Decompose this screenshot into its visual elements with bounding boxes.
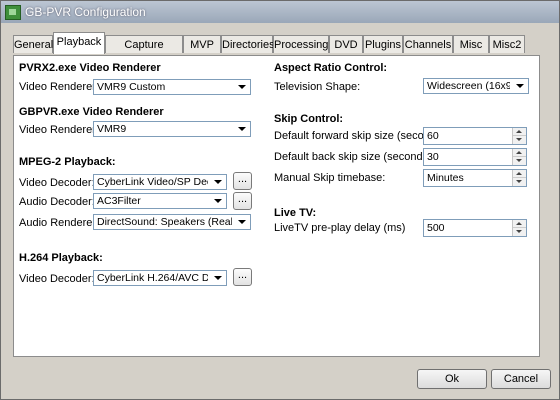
tv-shape-select[interactable]: Widescreen (16x9) — [423, 78, 529, 94]
pvrx2-heading: PVRX2.exe Video Renderer — [19, 62, 161, 74]
stepper-down-icon[interactable] — [513, 157, 526, 165]
gbpvr-renderer-label: Video Renderer: — [19, 124, 99, 136]
timebase-label: Manual Skip timebase: — [274, 172, 386, 184]
tab-capture-sources[interactable]: Capture Sources — [105, 35, 183, 69]
stepper-up-icon[interactable] — [513, 149, 526, 157]
stepper-buttons — [512, 170, 526, 186]
livetv-heading: Live TV: — [274, 207, 317, 219]
stepper-buttons — [512, 220, 526, 236]
chevron-down-icon[interactable] — [210, 175, 226, 189]
h264-video-select[interactable]: CyberLink H.264/AVC Decoder — [93, 270, 227, 286]
h264-heading: H.264 Playback: — [19, 252, 103, 264]
mpeg2-video-label: Video Decoder: — [19, 177, 95, 189]
preplay-delay-stepper[interactable]: 500 — [423, 219, 527, 237]
mpeg2-video-select[interactable]: CyberLink Video/SP Decoder — [93, 174, 227, 190]
mpeg2-renderer-value: DirectSound: Speakers (Realtek A — [97, 216, 232, 228]
mpeg2-audio-select[interactable]: AC3Filter — [93, 193, 227, 209]
mpeg2-heading: MPEG-2 Playback: — [19, 156, 116, 168]
preplay-delay-value: 500 — [427, 222, 445, 234]
h264-video-label: Video Decoder: — [19, 273, 95, 285]
chevron-down-icon[interactable] — [512, 79, 528, 93]
tab-plugins[interactable]: Plugins — [363, 35, 403, 53]
mpeg2-audio-label: Audio Decoder: — [19, 196, 95, 208]
stepper-up-icon[interactable] — [513, 128, 526, 136]
back-skip-stepper[interactable]: 30 — [423, 148, 527, 166]
app-icon — [5, 5, 21, 20]
tab-channels[interactable]: Channels — [403, 35, 453, 53]
pvrx2-renderer-value: VMR9 Custom — [97, 81, 166, 93]
back-skip-label: Default back skip size (seconds): — [274, 151, 435, 163]
forward-skip-value: 60 — [427, 130, 439, 142]
mpeg2-renderer-label: Audio Renderer: — [19, 217, 100, 229]
cancel-button[interactable]: Cancel — [491, 369, 551, 389]
tv-shape-label: Television Shape: — [274, 81, 361, 93]
chevron-down-icon[interactable] — [210, 194, 226, 208]
chevron-down-icon[interactable] — [234, 122, 250, 136]
back-skip-value: 30 — [427, 151, 439, 163]
pvrx2-renderer-label: Video Renderer: — [19, 81, 99, 93]
gbpvr-renderer-value: VMR9 — [97, 123, 127, 135]
gbpvr-renderer-select[interactable]: VMR9 — [93, 121, 251, 137]
stepper-down-icon[interactable] — [513, 178, 526, 186]
stepper-up-icon[interactable] — [513, 170, 526, 178]
timebase-stepper[interactable]: Minutes — [423, 169, 527, 187]
ok-button[interactable]: Ok — [417, 369, 487, 389]
chevron-down-icon[interactable] — [234, 215, 250, 229]
playback-panel: PVRX2.exe Video Renderer Video Renderer:… — [13, 55, 540, 357]
h264-video-value: CyberLink H.264/AVC Decoder — [97, 272, 208, 284]
tab-dvd[interactable]: DVD — [329, 35, 363, 53]
mpeg2-video-value: CyberLink Video/SP Decoder — [97, 176, 208, 188]
stepper-buttons — [512, 149, 526, 165]
title-bar[interactable]: GB-PVR Configuration — [1, 1, 559, 23]
chevron-down-icon[interactable] — [210, 271, 226, 285]
h264-video-browse-button[interactable]: ... — [233, 268, 252, 286]
tab-misc2[interactable]: Misc2 — [489, 35, 525, 53]
aspect-heading: Aspect Ratio Control: — [274, 62, 388, 74]
mpeg2-renderer-select[interactable]: DirectSound: Speakers (Realtek A — [93, 214, 251, 230]
mpeg2-audio-value: AC3Filter — [97, 195, 141, 207]
preplay-delay-label: LiveTV pre-play delay (ms) — [274, 222, 406, 234]
stepper-down-icon[interactable] — [513, 136, 526, 144]
mpeg2-audio-browse-button[interactable]: ... — [233, 192, 252, 210]
tab-misc[interactable]: Misc — [453, 35, 489, 53]
stepper-down-icon[interactable] — [513, 228, 526, 236]
pvrx2-renderer-select[interactable]: VMR9 Custom — [93, 79, 251, 95]
tab-playback[interactable]: Playback — [53, 32, 105, 54]
config-window: GB-PVR Configuration General Playback Ca… — [0, 0, 560, 400]
stepper-up-icon[interactable] — [513, 220, 526, 228]
tab-processing[interactable]: Processing — [273, 35, 329, 53]
window-title: GB-PVR Configuration — [25, 5, 146, 19]
gbpvr-heading: GBPVR.exe Video Renderer — [19, 106, 164, 118]
stepper-buttons — [512, 128, 526, 144]
chevron-down-icon[interactable] — [234, 80, 250, 94]
skip-heading: Skip Control: — [274, 113, 344, 125]
forward-skip-stepper[interactable]: 60 — [423, 127, 527, 145]
tab-mvp[interactable]: MVP — [183, 35, 221, 53]
timebase-value: Minutes — [427, 172, 464, 184]
mpeg2-video-browse-button[interactable]: ... — [233, 172, 252, 190]
tv-shape-value: Widescreen (16x9) — [427, 80, 510, 92]
tab-directories[interactable]: Directories — [221, 35, 275, 53]
tab-general[interactable]: General — [13, 35, 53, 53]
